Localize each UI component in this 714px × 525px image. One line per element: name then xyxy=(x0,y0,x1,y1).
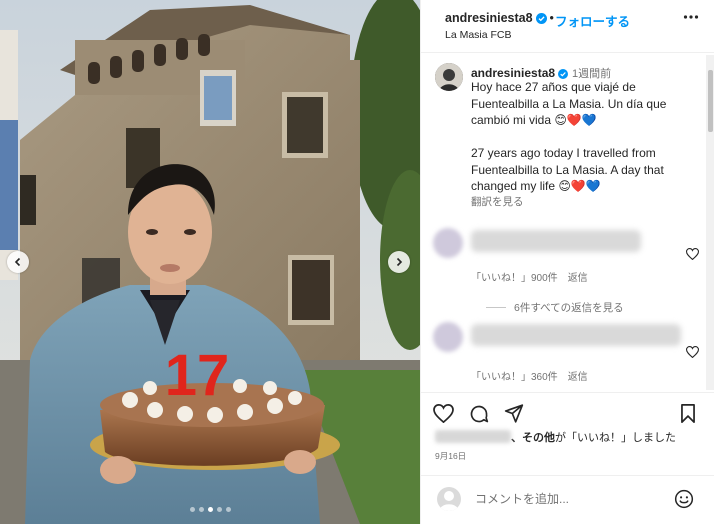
location-link[interactable]: La Masia FCB xyxy=(445,29,512,41)
instagram-post: 17 andresiniesta8 • フォローする La Masia FCB xyxy=(0,0,714,524)
post-side-panel: andresiniesta8 • フォローする La Masia FCB andr… xyxy=(420,0,714,524)
action-bar xyxy=(421,392,714,433)
liker-name-blurred[interactable] xyxy=(435,430,511,443)
verified-icon xyxy=(558,69,569,79)
post-date[interactable]: 9月16日 xyxy=(435,450,466,462)
comment-like-count[interactable]: 「いいね！」900件 xyxy=(471,273,558,284)
slide-dot xyxy=(225,507,231,512)
comment-meta: 「いいね！」360件 返信 xyxy=(471,368,598,383)
slide-dot-active xyxy=(207,507,213,512)
likes-text: が「いいね！」しました xyxy=(555,432,676,444)
view-replies-link[interactable]: 6件すべての返信を見る xyxy=(486,300,624,315)
user-placeholder-icon xyxy=(439,491,459,511)
next-slide-button[interactable] xyxy=(388,251,410,273)
birthday-candles: 17 xyxy=(165,343,230,408)
comment-reply-button[interactable]: 返信 xyxy=(568,273,588,284)
post-photo: 17 xyxy=(0,0,420,524)
bookmark-icon[interactable] xyxy=(680,404,696,423)
more-icon[interactable] xyxy=(683,14,699,20)
likes-summary: 、その他が「いいね！」しました xyxy=(435,429,676,445)
current-user-avatar xyxy=(437,487,461,511)
comment-avatar[interactable] xyxy=(433,322,463,352)
previous-slide-button[interactable] xyxy=(7,251,29,273)
comment-icon[interactable] xyxy=(469,404,489,424)
chevron-left-icon xyxy=(14,257,21,267)
comment-heart-icon[interactable] xyxy=(686,248,699,260)
share-icon[interactable] xyxy=(504,404,524,423)
emoji-icon[interactable] xyxy=(674,489,694,509)
comment-item: 「いいね！」900件 返信 xyxy=(433,228,703,288)
scrollbar-thumb[interactable] xyxy=(708,70,713,132)
likes-others[interactable]: 、その他 xyxy=(511,432,555,444)
comment-like-count[interactable]: 「いいね！」360件 xyxy=(471,372,558,383)
comment-text-blurred xyxy=(471,230,641,252)
comment-heart-icon[interactable] xyxy=(686,346,699,358)
verified-icon xyxy=(535,13,547,24)
svg-text:17: 17 xyxy=(165,343,230,408)
caption-avatar[interactable] xyxy=(435,63,463,91)
post-media[interactable]: 17 xyxy=(0,0,420,524)
avatar-image xyxy=(435,63,463,91)
see-translation-link[interactable]: 翻訳を見る xyxy=(471,194,524,209)
slide-dot xyxy=(189,507,195,512)
add-comment-bar xyxy=(421,475,714,525)
header-user-line: andresiniesta8 • xyxy=(445,11,557,25)
heart-icon[interactable] xyxy=(433,404,454,423)
post-header: andresiniesta8 • フォローする La Masia FCB xyxy=(421,0,714,53)
comment-input[interactable] xyxy=(473,491,667,507)
caption-username[interactable]: andresiniesta8 xyxy=(471,66,555,80)
caption-text: Hoy hace 27 años que viajé de Fuentealbi… xyxy=(471,80,667,193)
header-username[interactable]: andresiniesta8 xyxy=(445,11,533,25)
slide-dot xyxy=(216,507,222,512)
comment-text-blurred xyxy=(471,324,681,346)
comment-meta: 「いいね！」900件 返信 xyxy=(471,269,598,284)
chevron-right-icon xyxy=(396,257,403,267)
slide-indicator xyxy=(0,507,420,512)
comment-reply-button[interactable]: 返信 xyxy=(568,372,588,383)
comment-item: 「いいね！」360件 返信 xyxy=(433,322,703,383)
follow-button[interactable]: フォローする xyxy=(555,11,630,30)
slide-dot xyxy=(198,507,204,512)
header-separator: • xyxy=(549,11,554,25)
comment-avatar[interactable] xyxy=(433,228,463,258)
